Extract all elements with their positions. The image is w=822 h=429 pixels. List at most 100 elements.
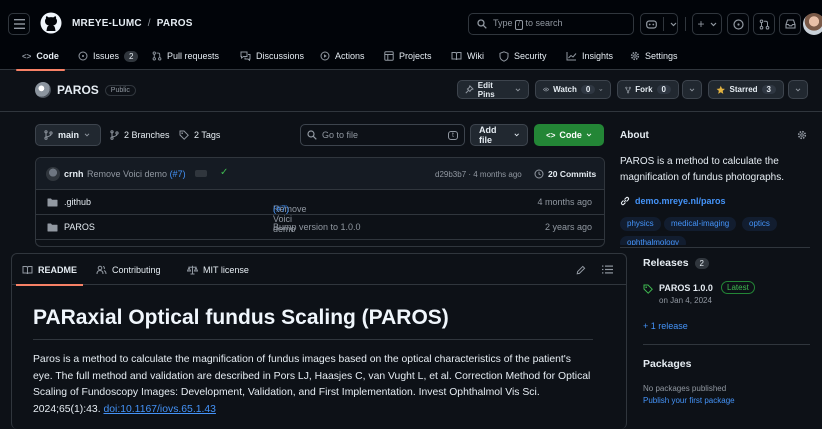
gear-icon[interactable] [797, 130, 807, 140]
repo-name[interactable]: PAROS [57, 83, 99, 97]
tab-code-label: Code [36, 51, 59, 61]
commits-link[interactable]: 20 Commits [534, 169, 596, 179]
issues-button[interactable] [727, 13, 749, 35]
edit-pins-button[interactable]: Edit Pins [457, 80, 529, 99]
repo-nav: <> Code Issues 2 Pull requests Discussion… [0, 42, 822, 71]
branches-link[interactable]: 2 Branches [110, 124, 170, 146]
ellipsis-icon[interactable] [195, 170, 207, 177]
tab-code[interactable]: <> Code [16, 42, 65, 71]
tag-icon [643, 284, 653, 294]
file-row[interactable]: .github Remove Voici demo (#7) 4 months … [36, 190, 604, 234]
tab-readme[interactable]: README [15, 254, 84, 286]
tab-contributing[interactable]: Contributing [96, 254, 161, 285]
folder-icon [47, 198, 58, 207]
pencil-icon[interactable] [576, 265, 586, 275]
graph-icon [566, 52, 577, 61]
inbox-icon [784, 19, 796, 29]
chevron-down-icon [710, 22, 716, 26]
git-branch-icon [44, 130, 53, 140]
search-icon [477, 19, 487, 29]
more-releases-link[interactable]: + 1 release [643, 321, 688, 331]
watch-button[interactable]: Watch 0 [535, 80, 611, 99]
release-date: on Jan 4, 2024 [659, 296, 712, 305]
topic-tag[interactable]: physics [620, 217, 661, 231]
tab-wiki[interactable]: Wiki [451, 42, 484, 70]
search-input[interactable]: Type / to search [468, 13, 634, 35]
committer-avatar[interactable] [46, 167, 60, 181]
repo-link[interactable]: PAROS [157, 18, 193, 29]
add-file-button[interactable]: Add file [470, 124, 528, 146]
inbox-button[interactable] [779, 13, 801, 35]
star-lists-button[interactable] [788, 80, 808, 99]
tab-security[interactable]: Security [499, 42, 547, 70]
readme-tabs: README Contributing MIT license [12, 254, 626, 286]
github-logo-icon[interactable] [40, 12, 62, 34]
topic-tag[interactable]: ophthalmology [620, 236, 687, 245]
star-count: 3 [761, 85, 776, 94]
tab-actions-label: Actions [335, 51, 365, 61]
avatar[interactable] [803, 13, 822, 35]
tab-pull-requests[interactable]: Pull requests [152, 42, 219, 70]
watch-count: 0 [580, 85, 596, 94]
pull-requests-button[interactable] [753, 13, 775, 35]
commit-pr-link[interactable]: (#7) [170, 169, 186, 179]
create-new-button[interactable]: + [692, 13, 722, 35]
code-button[interactable]: <> Code [534, 124, 604, 146]
fork-button[interactable]: Fork 0 [617, 80, 679, 99]
file-name[interactable]: PAROS [64, 222, 95, 232]
file-row[interactable]: PAROS Bump version to 1.0.0 2 years ago [36, 215, 604, 240]
latest-commit-row: crnh Remove Voici demo (#7) ✓ d29b3b7 · … [36, 158, 604, 190]
fork-options-button[interactable] [682, 80, 702, 99]
publish-package-link[interactable]: Publish your first package [643, 396, 735, 405]
add-file-label: Add file [479, 125, 497, 145]
tab-projects[interactable]: Projects [384, 42, 432, 70]
tab-license[interactable]: MIT license [187, 254, 249, 285]
repo-avatar [35, 82, 51, 98]
release-name[interactable]: PAROS 1.0.0 [659, 283, 713, 293]
file-commit-time: 2 years ago [544, 222, 592, 232]
git-branch-icon [110, 130, 119, 140]
topic-tag[interactable]: optics [742, 217, 777, 231]
starred-button[interactable]: Starred 3 [708, 80, 784, 99]
menu-button[interactable] [8, 13, 30, 35]
file-name[interactable]: .github [64, 197, 91, 207]
website-link[interactable]: demo.mreye.nl/paros [620, 196, 726, 206]
gear-icon [630, 51, 640, 61]
repo-forked-icon [625, 86, 631, 93]
watch-label: Watch [553, 85, 577, 94]
code-button-label: Code [559, 130, 582, 140]
commit-hash-time[interactable]: d29b3b7 · 4 months ago [435, 170, 522, 179]
about-description: PAROS is a method to calculate the magni… [620, 156, 784, 183]
commit-message[interactable]: Remove Voici demo (#7) [87, 169, 186, 179]
git-pull-request-icon [759, 19, 769, 29]
releases-count: 2 [694, 257, 709, 269]
packages-heading[interactable]: Packages [643, 358, 691, 370]
commit-author[interactable]: crnh [64, 169, 84, 179]
tab-insights[interactable]: Insights [566, 42, 613, 70]
tab-issues[interactable]: Issues 2 [78, 42, 139, 70]
outline-list-icon[interactable] [602, 265, 613, 274]
doi-link[interactable]: doi:10.1167/iovs.65.1.43 [103, 404, 215, 415]
copilot-button[interactable] [640, 13, 678, 35]
comment-discussion-icon [240, 51, 251, 61]
file-commit-pr-link[interactable]: (#7) [273, 204, 289, 214]
topic-tag[interactable]: medical-imaging [664, 217, 737, 231]
tab-issues-label: Issues [93, 51, 120, 61]
tab-actions[interactable]: Actions [320, 42, 365, 70]
chevron-down-icon [599, 88, 603, 91]
tags-link[interactable]: 2 Tags [179, 124, 220, 146]
people-icon [96, 265, 107, 274]
fork-count: 0 [656, 85, 671, 94]
tab-security-label: Security [514, 51, 547, 61]
tab-discussions[interactable]: Discussions [240, 42, 304, 70]
owner-link[interactable]: MREYE-LUMC [72, 18, 142, 29]
tab-license-label: MIT license [203, 264, 249, 275]
search-placeholder: Type / to search [493, 18, 563, 30]
go-to-file-input[interactable]: Go to file t [300, 124, 465, 146]
readme-panel: README Contributing MIT license PARaxial… [11, 253, 627, 429]
tab-discussions-label: Discussions [256, 51, 305, 61]
tab-settings[interactable]: Settings [630, 42, 678, 70]
branch-select-button[interactable]: main [35, 124, 101, 146]
releases-heading[interactable]: Releases 2 [643, 257, 709, 269]
file-commit-message[interactable]: Bump version to 1.0.0 [273, 222, 361, 232]
